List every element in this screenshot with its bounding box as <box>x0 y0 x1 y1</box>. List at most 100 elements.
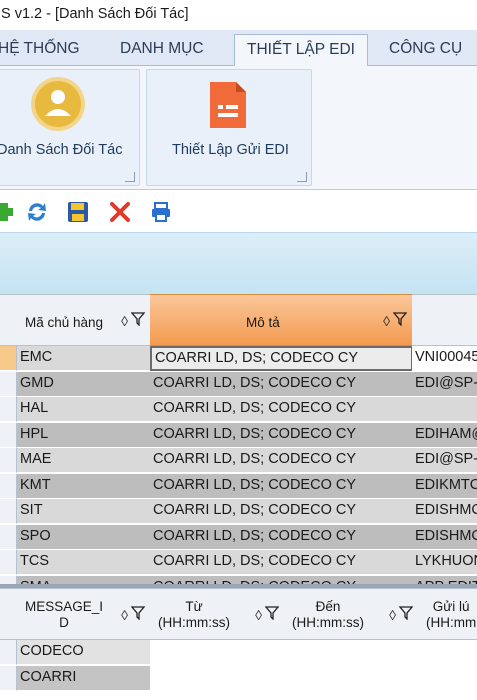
add-icon[interactable] <box>0 200 16 224</box>
save-icon[interactable] <box>66 200 90 224</box>
table-row[interactable]: SIT COARRI LD, DS; CODECO CY EDISHMC <box>0 499 477 524</box>
cell-message-id[interactable]: CODECO <box>17 640 151 665</box>
row-indicator[interactable] <box>0 665 17 691</box>
print-icon[interactable] <box>149 200 173 224</box>
danh-sach-doi-tac-button[interactable]: Danh Sách Đối Tác <box>0 70 141 180</box>
cell-mo-ta[interactable]: COARRI LD, DS; CODECO CY <box>150 422 413 448</box>
cell-email[interactable]: EDI@SP-I <box>412 448 477 473</box>
table-row[interactable]: EMC COARRI LD, DS; CODECO CY VNI00045 <box>0 346 477 371</box>
cell-message-id[interactable]: COARRI <box>17 665 151 691</box>
sort-icon[interactable]: ◊ <box>383 313 390 329</box>
cell-mo-ta[interactable]: COARRI LD, DS; CODECO CY <box>150 397 413 422</box>
column-header-email[interactable] <box>412 294 477 346</box>
cell-gui-luc[interactable] <box>418 640 477 665</box>
ribbon-tabs: HỆ THỐNG DANH MỤC THIẾT LẬP EDI CÔNG CỤ <box>0 30 477 67</box>
cell-email[interactable]: VNI00045 <box>412 346 477 371</box>
cell-email[interactable]: EDISHMC <box>412 524 477 550</box>
filter-icon[interactable] <box>393 312 407 326</box>
cell-email[interactable]: EDIHAM@ <box>412 422 477 448</box>
row-indicator[interactable] <box>0 640 17 665</box>
ribbon-group-partners: Danh Sách Đối Tác <box>0 69 140 186</box>
cell-ma-chu-hang[interactable]: KMT <box>17 473 151 499</box>
cell-mo-ta[interactable]: COARRI LD, DS; CODECO CY <box>150 550 413 575</box>
filter-icon[interactable] <box>131 312 145 326</box>
table-row[interactable]: HPLCOARRI LD, DS; CODECO CYEDIHAM@ <box>0 422 477 448</box>
row-indicator-header <box>0 294 18 346</box>
column-header-gui-luc[interactable]: Gửi lú (HH:mm <box>418 588 477 640</box>
cell-email[interactable]: EDISHMC <box>412 499 477 524</box>
sort-icon[interactable]: ◊ <box>389 607 396 623</box>
cell-den[interactable] <box>284 640 419 665</box>
row-indicator[interactable] <box>0 524 17 550</box>
window-title: S v1.2 - [Danh Sách Đối Tác] <box>1 6 189 22</box>
table-row[interactable]: GMD COARRI LD, DS; CODECO CY EDI@SP-I <box>0 371 477 397</box>
cell-ma-chu-hang[interactable]: EMC <box>17 346 151 371</box>
cell-ma-chu-hang[interactable]: HAL <box>17 397 151 422</box>
column-header-label: Từ (HH:mm:ss) <box>158 599 230 630</box>
cell-gui-luc[interactable] <box>418 665 477 691</box>
tab-danh-muc[interactable]: DANH MỤC <box>120 34 204 66</box>
filter-icon[interactable] <box>131 606 145 620</box>
cell-mo-ta[interactable]: COARRI LD, DS; CODECO CY <box>150 524 413 550</box>
refresh-icon[interactable] <box>25 200 49 224</box>
cell-mo-ta[interactable]: COARRI LD, DS; CODECO CY <box>150 499 413 524</box>
cell-ma-chu-hang[interactable]: TCS <box>17 550 151 575</box>
group-launcher-icon[interactable] <box>125 172 135 182</box>
table-row[interactable]: SMACOARRI LD, DS; CODECO CYAPP EDIT <box>0 575 477 584</box>
cell-mo-ta[interactable]: COARRI LD, DS; CODECO CY <box>150 448 413 473</box>
thiet-lap-gui-edi-label: Thiết Lập Gửi EDI <box>172 142 289 158</box>
cell-ma-chu-hang[interactable]: GMD <box>17 371 151 397</box>
table-row[interactable]: SPO COARRI LD, DS; CODECO CY EDISHMC <box>0 524 477 550</box>
row-indicator[interactable] <box>0 371 17 397</box>
cell-ma-chu-hang[interactable]: HPL <box>17 422 151 448</box>
row-indicator[interactable] <box>0 448 17 473</box>
table-row[interactable]: COARRI <box>0 665 477 691</box>
row-indicator[interactable] <box>0 473 17 499</box>
cell-den[interactable] <box>284 665 419 691</box>
cell-mo-ta[interactable]: COARRI LD, DS; CODECO CY <box>150 473 413 499</box>
table-row[interactable]: MAE COARRI LD, DS; CODECO CY EDI@SP-I <box>0 448 477 473</box>
sort-icon[interactable]: ◊ <box>255 607 262 623</box>
tab-cong-cu[interactable]: CÔNG CỤ <box>389 34 462 66</box>
cell-email[interactable]: EDIKMTC <box>412 473 477 499</box>
filter-icon[interactable] <box>399 606 413 620</box>
column-header-mo-ta[interactable]: Mô tả ◊ <box>150 294 413 346</box>
filter-icon[interactable] <box>265 606 279 620</box>
cell-ma-chu-hang[interactable]: MAE <box>17 448 151 473</box>
column-header-message-id[interactable]: MESSAGE_I D ◊ <box>17 588 151 640</box>
cell-tu[interactable] <box>150 665 285 691</box>
cell-ma-chu-hang[interactable]: SIT <box>17 499 151 524</box>
thiet-lap-gui-edi-button[interactable]: Thiết Lập Gửi EDI <box>147 70 313 180</box>
row-indicator[interactable] <box>0 346 17 371</box>
column-header-den[interactable]: Đến (HH:mm:ss) ◊ <box>284 588 419 640</box>
cell-ma-chu-hang[interactable]: SPO <box>17 524 151 550</box>
cell-ma-chu-hang[interactable]: SMA <box>17 575 151 584</box>
table-row[interactable]: TCSCOARRI LD, DS; CODECO CYLYKHUON <box>0 550 477 575</box>
row-indicator[interactable] <box>0 575 17 584</box>
cell-mo-ta[interactable]: COARRI LD, DS; CODECO CY <box>150 575 413 584</box>
cell-email[interactable]: EDI@SP-I <box>412 371 477 397</box>
column-header-tu[interactable]: Từ (HH:mm:ss) ◊ <box>150 588 285 640</box>
column-header-label: Mô tả <box>246 315 280 330</box>
column-header-ma-chu-hang[interactable]: Mã chủ hàng ◊ <box>17 294 151 346</box>
row-indicator[interactable] <box>0 422 17 448</box>
row-indicator[interactable] <box>0 550 17 575</box>
table-row[interactable]: KMT COARRI LD, DS; CODECO CY EDIKMTC <box>0 473 477 499</box>
tab-thiet-lap-edi[interactable]: THIẾT LẬP EDI <box>234 34 368 67</box>
cell-email[interactable]: LYKHUON <box>412 550 477 575</box>
cell-mo-ta[interactable]: COARRI LD, DS; CODECO CY <box>150 371 413 397</box>
sort-icon[interactable]: ◊ <box>121 313 128 329</box>
cell-email[interactable] <box>412 397 477 422</box>
cell-email[interactable]: APP EDIT <box>412 575 477 584</box>
row-indicator[interactable] <box>0 397 17 422</box>
delete-icon[interactable] <box>108 200 132 224</box>
sort-icon[interactable]: ◊ <box>121 607 128 623</box>
cell-mo-ta[interactable]: COARRI LD, DS; CODECO CY <box>150 346 413 371</box>
group-launcher-icon[interactable] <box>297 172 307 182</box>
row-indicator[interactable] <box>0 499 17 524</box>
cell-tu[interactable] <box>150 640 285 665</box>
tab-he-thong[interactable]: HỆ THỐNG <box>0 34 80 66</box>
row-indicator-header <box>0 588 18 640</box>
table-row[interactable]: HAL COARRI LD, DS; CODECO CY <box>0 397 477 422</box>
table-row[interactable]: CODECO <box>0 640 477 665</box>
